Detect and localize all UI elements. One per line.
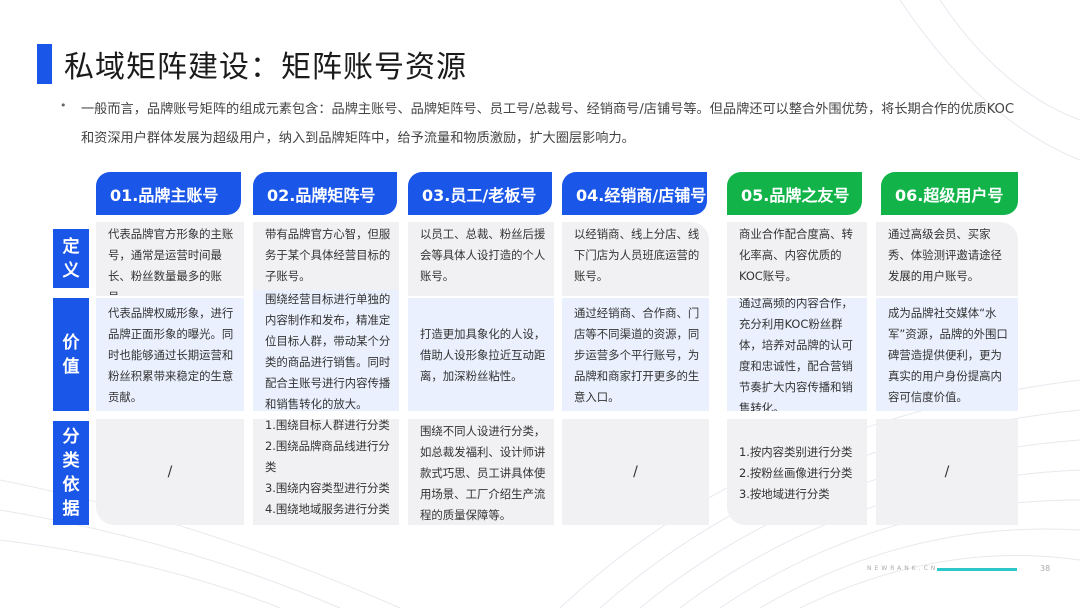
column-header-1: 01.品牌主账号 (96, 172, 241, 215)
page-number: 38 (1040, 564, 1051, 573)
title-accent-bar (37, 44, 52, 84)
basis-list-item: 2.按粉丝画像进行分类 (739, 465, 853, 480)
value-text: 通过高频的内容合作，充分利用KOC粉丝群体，培养对品牌的认可度和忠诚性，配合营销… (739, 298, 853, 411)
basis-list-item: 3.按地域进行分类 (739, 486, 830, 501)
footer-brand: NEWRANK.CN (867, 565, 939, 572)
row-label-char: 定 (62, 236, 80, 257)
basis-cell: / (562, 419, 709, 525)
row-label-char: 值 (62, 356, 80, 377)
row-label-char: 依 (62, 475, 80, 495)
bullet-marker: • (60, 99, 67, 112)
value-text: 打造更加具象化的人设，借助人设形象拉近互动距离，加深粉丝粘性。 (420, 327, 546, 383)
basis-text: 围绕不同人设进行分类，如总裁发福利、设计师讲款式巧思、员工讲具体使用场景、工厂介… (420, 423, 546, 522)
definition-cell: 带有品牌官方心智，但服务于某个具体经营目标的子账号。 (253, 222, 399, 296)
value-text: 成为品牌社交媒体“水军”资源，品牌的外围口碑营造提供便利，更为真实的用户身份提高… (888, 306, 1008, 404)
column-header-6: 06.超级用户号 (881, 172, 1018, 215)
value-cell: 代表品牌权威形象，进行品牌正面形象的曝光。同时也能够通过长期运营和粉丝积累带来稳… (96, 298, 244, 411)
row-label-char: 义 (62, 260, 80, 281)
column-header-3: 03.员工/老板号 (408, 172, 552, 215)
basis-list-item: … (265, 520, 393, 526)
row-label-char: 分 (62, 427, 80, 447)
value-cell: 打造更加具象化的人设，借助人设形象拉近互动距离，加深粉丝粘性。 (408, 298, 554, 411)
definition-cell: 商业合作配合度高、转化率高、内容优质的KOC账号。 (727, 222, 867, 296)
basis-list-item: 2.围绕品牌商品线进行分类 (265, 438, 390, 474)
basis-list-item: 1.围绕目标人群进行分类 (265, 419, 390, 432)
row-label-char: 据 (62, 499, 80, 519)
row-label-basis: 分 类 依 据 (53, 421, 89, 525)
definition-cell: 以员工、总裁、粉丝后援会等具体人设打造的个人账号。 (408, 222, 554, 296)
basis-cell: / (96, 419, 244, 525)
value-cell: 围绕经营目标进行单独的内容制作和发布，精准定位目标人群，带动某个分类的商品进行销… (253, 290, 399, 411)
basis-cell: 围绕不同人设进行分类，如总裁发福利、设计师讲款式巧思、员工讲具体使用场景、工厂介… (408, 419, 554, 525)
basis-cell: 1.按内容类别进行分类 2.按粉丝画像进行分类 3.按地域进行分类 (727, 419, 867, 525)
basis-cell: 1.围绕目标人群进行分类 2.围绕品牌商品线进行分类 3.围绕内容类型进行分类 … (253, 419, 399, 525)
row-label-char: 类 (62, 451, 80, 471)
column-header-5: 05.品牌之友号 (727, 172, 862, 215)
basis-list-item: 3.围绕内容类型进行分类 (265, 480, 390, 495)
basis-list-item: 1.按内容类别进行分类 (739, 444, 853, 459)
basis-list-item: 4.围绕地域服务进行分类 (265, 501, 390, 516)
footer-accent-line (937, 568, 1017, 571)
basis-cell: / (876, 419, 1018, 525)
definition-cell: 以经销商、线上分店、线下门店为人员班底运营的账号。 (562, 222, 709, 296)
value-cell: 通过高频的内容合作，充分利用KOC粉丝群体，培养对品牌的认可度和忠诚性，配合营销… (727, 298, 867, 411)
definition-cell: 代表品牌官方形象的主账号，通常是运营时间最长、粉丝数量最多的账号。 (96, 222, 244, 296)
column-header-2: 02.品牌矩阵号 (253, 172, 397, 215)
value-cell: 成为品牌社交媒体“水军”资源，品牌的外围口碑营造提供便利，更为真实的用户身份提高… (876, 298, 1018, 411)
value-text: 代表品牌权威形象，进行品牌正面形象的曝光。同时也能够通过长期运营和粉丝积累带来稳… (108, 306, 234, 404)
page-title: 私域矩阵建设：矩阵账号资源 (64, 50, 467, 85)
value-text: 围绕经营目标进行单独的内容制作和发布，精准定位目标人群，带动某个分类的商品进行销… (265, 291, 391, 411)
value-cell: 通过经销商、合作商、门店等不同渠道的资源，同步运营多个平行账号，为品牌和商家打开… (562, 298, 709, 411)
row-label-char: 价 (62, 332, 80, 353)
intro-paragraph: 一般而言，品牌账号矩阵的组成元素包含：品牌主账号、品牌矩阵号、员工号/总裁号、经… (81, 102, 1015, 146)
definition-cell: 通过高级会员、买家秀、体验测评邀请途径发展的用户账号。 (876, 222, 1018, 296)
row-label-value: 价 值 (53, 298, 89, 411)
column-header-4: 04.经销商/店铺号 (562, 172, 707, 215)
value-text: 通过经销商、合作商、门店等不同渠道的资源，同步运营多个平行账号，为品牌和商家打开… (574, 306, 700, 404)
row-label-definition: 定 义 (53, 229, 89, 288)
